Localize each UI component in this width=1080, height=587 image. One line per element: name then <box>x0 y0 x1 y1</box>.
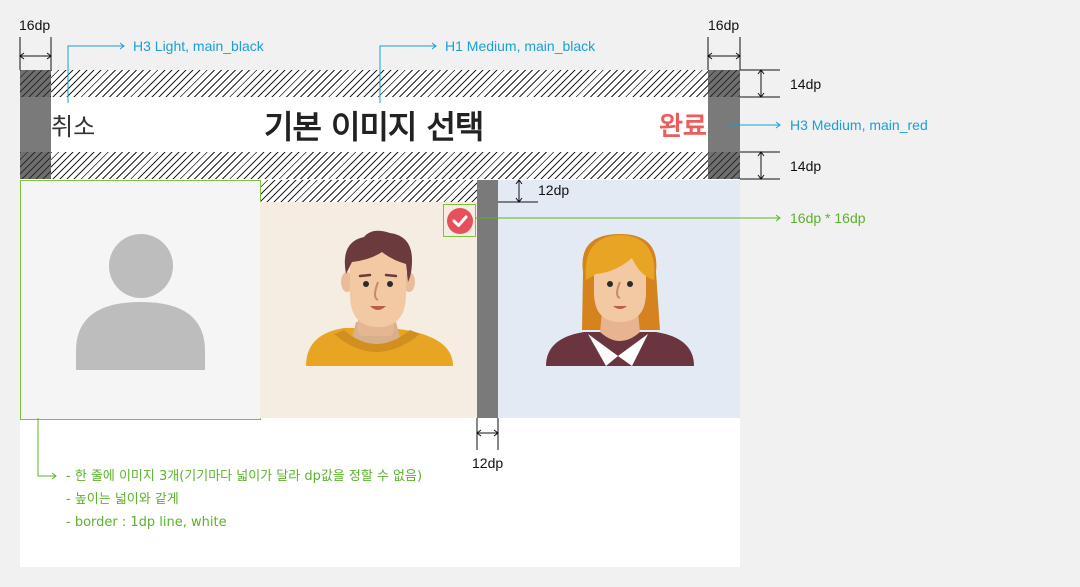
top-padding-label: 14dp <box>790 76 822 92</box>
bottom-padding-label: 14dp <box>790 158 822 174</box>
note-item: - border : 1dp line, white <box>66 515 227 530</box>
check-size-note: 16dp * 16dp <box>790 210 866 226</box>
note-item: - 높이는 넓이와 같게 <box>66 492 179 507</box>
cancel-style-note: H3 Light, main_black <box>133 38 264 54</box>
done-style-note: H3 Medium, main_red <box>790 117 928 133</box>
left-margin-label: 16dp <box>19 17 51 33</box>
title-style-note: H1 Medium, main_black <box>445 38 596 54</box>
grid-notes: - 한 줄에 이미지 3개(기기마다 넓이가 달라 dp값을 정할 수 없음) … <box>66 465 422 534</box>
note-item: - 한 줄에 이미지 3개(기기마다 넓이가 달라 dp값을 정할 수 없음) <box>66 469 423 484</box>
gutter-label: 12dp <box>472 455 504 471</box>
grid-top-label: 12dp <box>538 182 570 198</box>
right-margin-label: 16dp <box>708 17 740 33</box>
